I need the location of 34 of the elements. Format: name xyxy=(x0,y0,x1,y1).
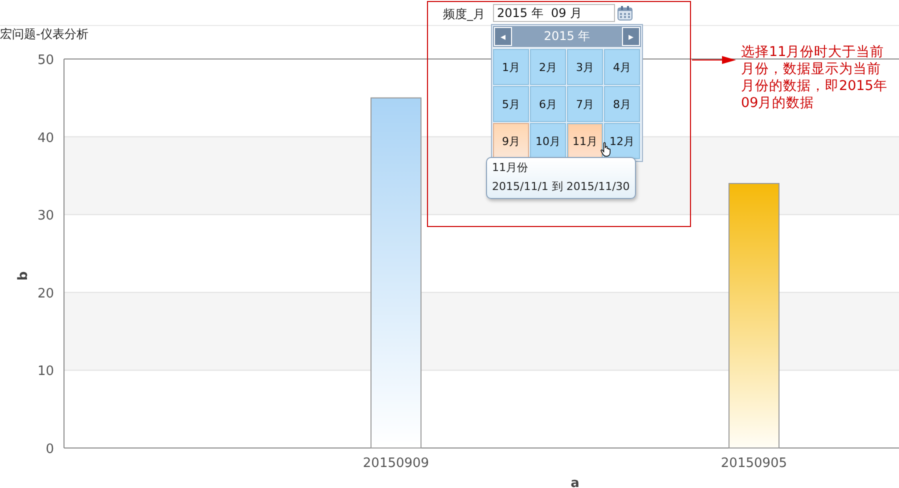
annotation-text: 选择11月份时大于当前月份，数据显示为当前月份的数据，即2015年09月的数据 xyxy=(741,44,888,112)
tooltip-date-range: 2015/11/1 到 2015/11/30 xyxy=(492,179,630,194)
y-tick-label: 40 xyxy=(37,130,54,146)
month-cell[interactable]: 1月 xyxy=(493,49,529,85)
month-cell[interactable]: 5月 xyxy=(493,86,529,122)
page-title: 宏问题-仪表分析 xyxy=(0,26,88,43)
y-axis-title: b xyxy=(16,271,31,281)
month-cell[interactable]: 2月 xyxy=(530,49,566,85)
year-label: 2015 年 xyxy=(544,28,590,45)
month-cell[interactable]: 12月 xyxy=(604,123,640,159)
x-tick-label: 20150909 xyxy=(362,456,430,471)
arrow xyxy=(692,56,736,64)
y-tick-label: 10 xyxy=(37,364,54,380)
y-tick-label: 0 xyxy=(46,442,54,457)
previous-year-button[interactable]: ◂ xyxy=(494,27,512,46)
y-tick-label: 20 xyxy=(37,286,54,302)
month-cell[interactable]: 9月 xyxy=(493,123,529,159)
y-tick-label: 50 xyxy=(37,53,54,68)
hand-cursor-icon xyxy=(600,142,612,157)
next-year-button[interactable]: ▸ xyxy=(622,27,640,46)
month-cell[interactable]: 8月 xyxy=(604,86,640,122)
month-cell[interactable]: 4月 xyxy=(604,49,640,85)
month-cell[interactable]: 3月 xyxy=(567,49,603,85)
tooltip-title: 11月份 xyxy=(492,160,529,175)
month-cell[interactable]: 10月 xyxy=(530,123,566,159)
x-axis-title: a xyxy=(570,476,580,488)
month-field[interactable]: 2015 年 09 月 xyxy=(493,4,615,22)
y-tick-label: 30 xyxy=(37,208,54,224)
month-cell[interactable]: 7月 xyxy=(567,86,603,122)
x-tick-label: 20150905 xyxy=(720,456,788,471)
month-cell[interactable]: 11月 xyxy=(567,123,603,159)
filter-label: 频度_月 xyxy=(443,6,485,23)
calendar-icon[interactable] xyxy=(617,5,633,21)
month-cell[interactable]: 6月 xyxy=(530,86,566,122)
